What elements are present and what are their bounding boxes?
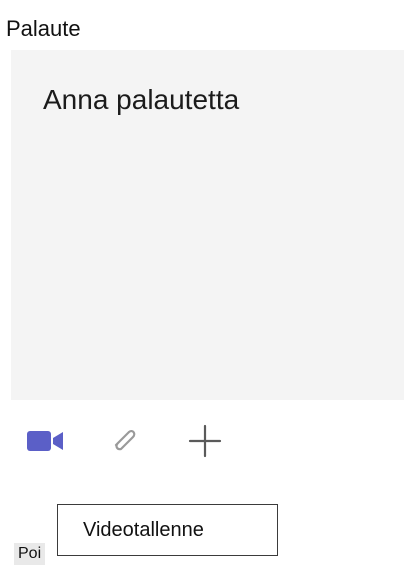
plus-icon xyxy=(188,424,222,458)
tooltip-text: Videotallenne xyxy=(83,518,204,541)
feedback-input[interactable]: Anna palautetta xyxy=(11,50,404,400)
video-record-tooltip: Videotallenne xyxy=(57,504,278,556)
video-camera-icon xyxy=(27,431,63,451)
attachment-toolbar xyxy=(0,418,404,464)
remove-label[interactable]: Poi xyxy=(14,543,46,565)
feedback-placeholder: Anna palautetta xyxy=(43,84,240,115)
add-button[interactable] xyxy=(182,418,228,464)
video-record-button[interactable] xyxy=(22,418,68,464)
section-title: Palaute xyxy=(6,16,81,41)
attach-file-button[interactable] xyxy=(101,418,147,464)
feedback-panel: Palaute Anna palautetta Videotallenne Po… xyxy=(0,0,404,575)
paperclip-icon xyxy=(114,429,136,451)
